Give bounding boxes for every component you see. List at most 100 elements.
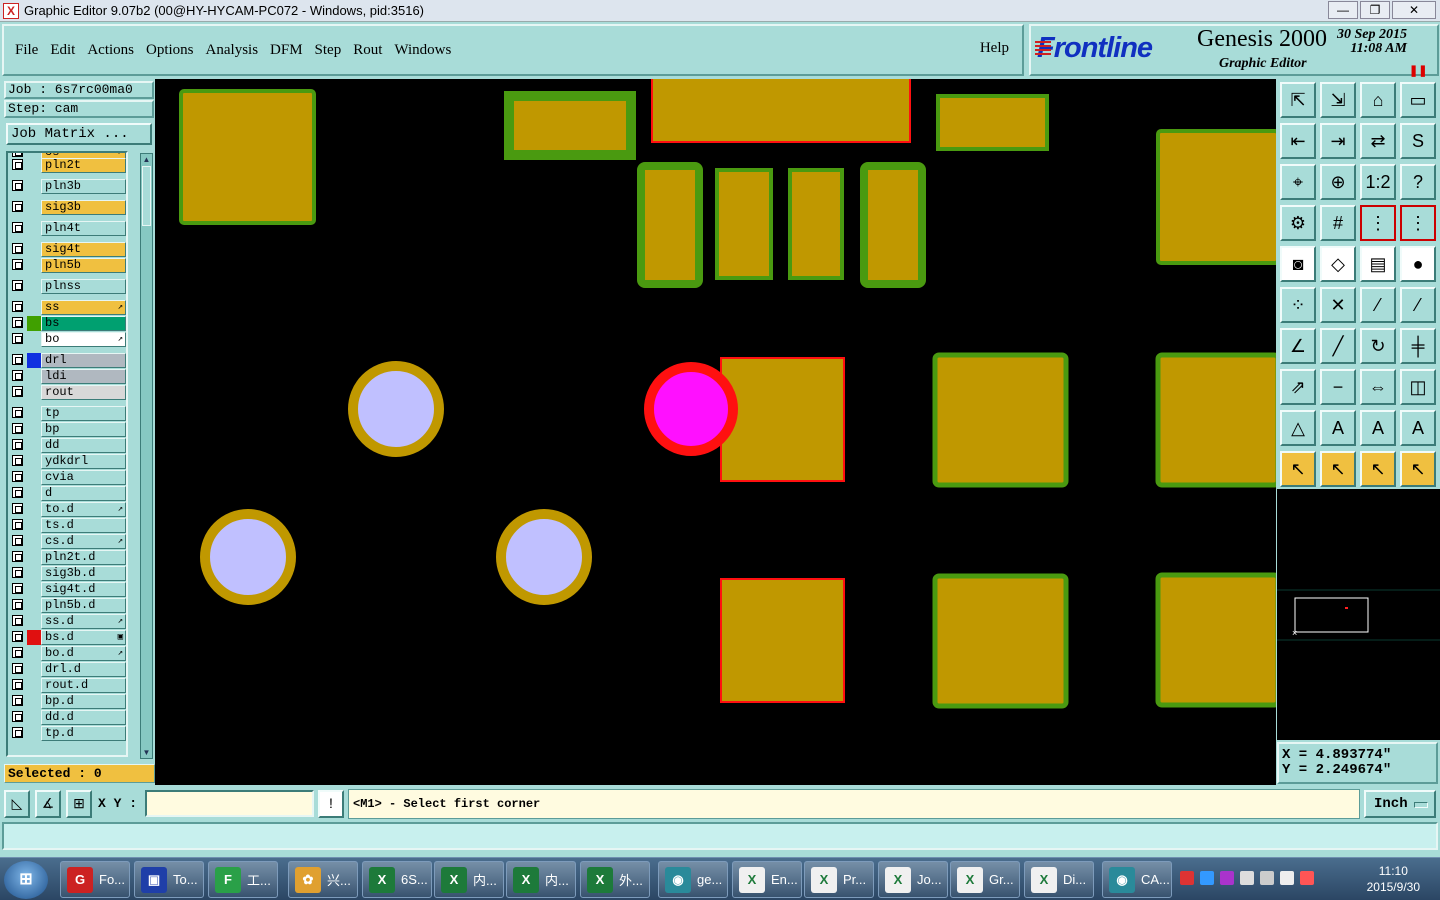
layer-checkbox[interactable] — [12, 280, 23, 291]
fan-icon[interactable]: ╪ — [1400, 328, 1436, 364]
layer-checkbox[interactable] — [12, 583, 23, 594]
layer-checkbox[interactable] — [12, 333, 23, 344]
layer-checkbox[interactable] — [12, 519, 23, 530]
menu-file[interactable]: File — [15, 42, 38, 59]
layer-color-swatch[interactable] — [27, 534, 41, 549]
layer-row[interactable]: bp — [8, 422, 126, 437]
layer-checkbox[interactable] — [12, 551, 23, 562]
tray-icon[interactable] — [1180, 871, 1194, 885]
layer-color-swatch[interactable] — [27, 279, 41, 294]
layer-row[interactable]: dd.d — [8, 710, 126, 725]
layer-color-swatch[interactable] — [27, 726, 41, 741]
layer-color-swatch[interactable] — [27, 550, 41, 565]
layer-name[interactable]: bs.d ▣ — [41, 630, 126, 645]
fit-icon[interactable]: ⌖ — [1280, 164, 1316, 200]
layer-scrollbar[interactable]: ▲ ▼ — [140, 153, 153, 759]
layer-name[interactable]: ss.d ↗ — [41, 614, 126, 629]
alert-icon[interactable]: ! — [318, 790, 344, 818]
layer-row[interactable]: sig4t — [8, 242, 126, 257]
measure-icon[interactable]: ⚙ — [1280, 205, 1316, 241]
layer-row[interactable]: bp.d — [8, 694, 126, 709]
layer-color-swatch[interactable] — [27, 614, 41, 629]
scroll-up-icon[interactable]: ▲ — [141, 154, 152, 165]
slash-icon[interactable]: ╱ — [1320, 328, 1356, 364]
layer-row[interactable]: rout.d — [8, 678, 126, 693]
layer-checkbox[interactable] — [12, 711, 23, 722]
layer-color-swatch[interactable] — [27, 454, 41, 469]
minus-icon[interactable]: − — [1320, 369, 1356, 405]
layer-checkbox[interactable] — [12, 487, 23, 498]
minimize-button[interactable]: — — [1328, 1, 1358, 19]
layer-checkbox[interactable] — [12, 243, 23, 254]
select-mode-icon[interactable]: ◺ — [4, 790, 30, 818]
layer-row[interactable]: rout — [8, 385, 126, 400]
layer-name[interactable]: d — [41, 486, 126, 501]
pointer-path-icon[interactable]: ↖ — [1400, 451, 1436, 487]
layer-row[interactable]: bo.d ↗ — [8, 646, 126, 661]
taskbar-item[interactable]: ◉ ge... — [658, 861, 728, 898]
pointer-circle-icon[interactable]: ↖ — [1360, 451, 1396, 487]
layer-name[interactable]: drl — [41, 353, 126, 368]
layer-color-swatch[interactable] — [27, 242, 41, 257]
a2-icon[interactable]: A — [1360, 410, 1396, 446]
layer-checkbox[interactable] — [12, 535, 23, 546]
close-button[interactable]: ✕ — [1392, 1, 1436, 19]
layer-name[interactable]: dd — [41, 438, 126, 453]
layer-row[interactable]: drl — [8, 353, 126, 368]
layer-row[interactable]: sig4t.d — [8, 582, 126, 597]
layer-row[interactable]: ss.d ↗ — [8, 614, 126, 629]
line-pt-icon[interactable]: ⁄ — [1360, 287, 1396, 323]
layer-row[interactable]: ldi — [8, 369, 126, 384]
layer-name[interactable]: pln2t.d — [41, 550, 126, 565]
layer-color-swatch[interactable] — [27, 566, 41, 581]
layer-name[interactable]: cs.d ↗ — [41, 534, 126, 549]
menu-edit[interactable]: Edit — [50, 42, 75, 59]
camera-icon[interactable]: ◙ — [1280, 246, 1316, 282]
pan-right-icon[interactable]: ⇥ — [1320, 123, 1356, 159]
center-icon[interactable]: ⊕ — [1320, 164, 1356, 200]
layer-color-swatch[interactable] — [27, 518, 41, 533]
layer-name[interactable]: bp — [41, 422, 126, 437]
layer-row[interactable]: sig3b.d — [8, 566, 126, 581]
pointer-box-icon[interactable]: ↖ — [1320, 451, 1356, 487]
layer-name[interactable]: pln5b — [41, 258, 126, 273]
layer-row[interactable]: ss ↗ — [8, 300, 126, 315]
layer-row[interactable]: pln2t — [8, 158, 126, 173]
connect-icon[interactable]: ⁘ — [1280, 287, 1316, 323]
layer-row[interactable]: ydkdrl — [8, 454, 126, 469]
zoom-home-icon[interactable]: ⇱ — [1280, 82, 1316, 118]
stretch-icon[interactable]: ⇔ — [1360, 369, 1396, 405]
layer-name[interactable]: dd.d — [41, 710, 126, 725]
copy-shape-icon[interactable]: ◇ — [1320, 246, 1356, 282]
layer-name[interactable]: tp — [41, 406, 126, 421]
layer-name[interactable]: pln5b.d — [41, 598, 126, 613]
layer-checkbox[interactable] — [12, 615, 23, 626]
pointer-icon[interactable]: ↖ — [1280, 451, 1316, 487]
xy-input[interactable] — [145, 790, 314, 817]
layer-checkbox[interactable] — [12, 180, 23, 191]
layer-color-swatch[interactable] — [27, 710, 41, 725]
layer-name[interactable]: bs — [41, 316, 126, 331]
layer-name[interactable]: ss ↗ — [41, 300, 126, 315]
clock[interactable]: 11:10 2015/9/30 — [1367, 863, 1420, 895]
menu-dfm[interactable]: DFM — [270, 42, 303, 59]
layer-red2-icon[interactable]: ⋮ — [1400, 205, 1436, 241]
layer-name[interactable]: sig3b — [41, 200, 126, 215]
layer-row[interactable]: to.d ↗ — [8, 502, 126, 517]
pan-left-icon[interactable]: ⇤ — [1280, 123, 1316, 159]
layer-checkbox[interactable] — [12, 695, 23, 706]
layer-checkbox[interactable] — [12, 599, 23, 610]
scale-icon[interactable]: 1:2 — [1360, 164, 1396, 200]
layer-color-swatch[interactable] — [27, 300, 41, 315]
layer-checkbox[interactable] — [12, 153, 23, 157]
layer-checkbox[interactable] — [12, 259, 23, 270]
layer-color-swatch[interactable] — [27, 678, 41, 693]
layer-name[interactable]: ldi — [41, 369, 126, 384]
layer-color-swatch[interactable] — [27, 353, 41, 368]
pad-icon[interactable]: ● — [1400, 246, 1436, 282]
angle-icon[interactable]: ∠ — [1280, 328, 1316, 364]
layer-name[interactable]: bo.d ↗ — [41, 646, 126, 661]
home-view-icon[interactable]: ⌂ — [1360, 82, 1396, 118]
grid-icon[interactable]: # — [1320, 205, 1356, 241]
tray-icon[interactable] — [1260, 871, 1274, 885]
